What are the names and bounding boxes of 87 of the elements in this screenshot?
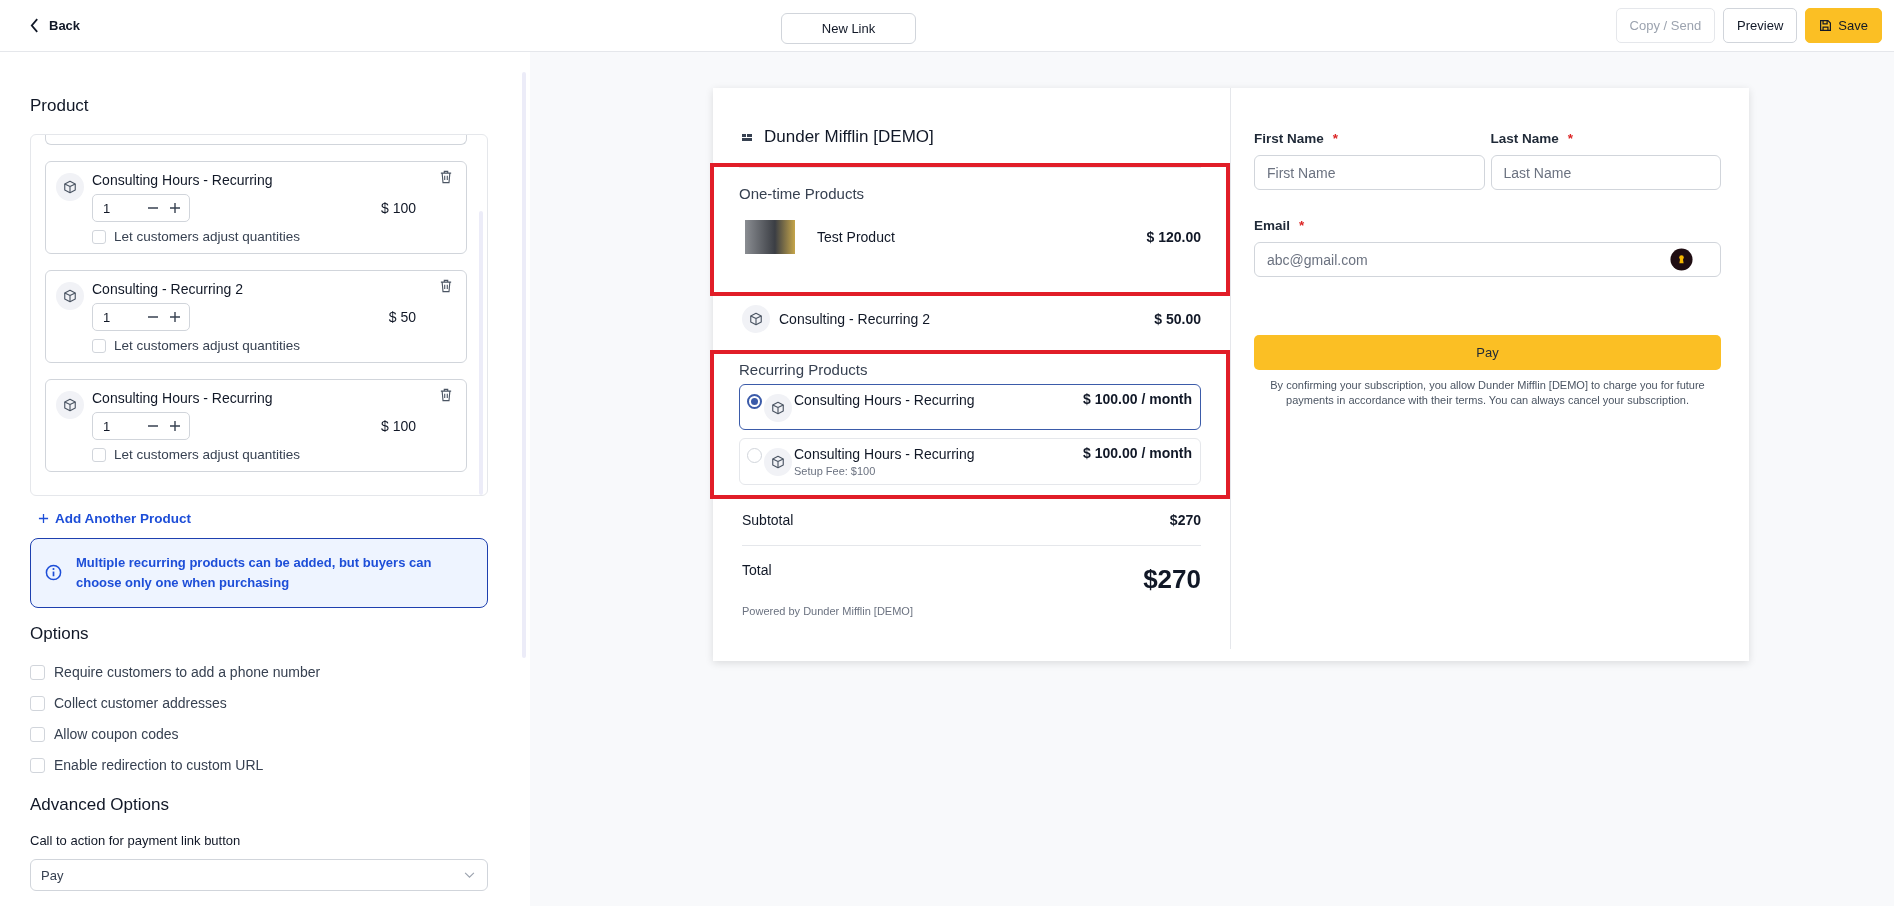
product-price: $ 100: [380, 418, 416, 434]
radio-button[interactable]: [747, 394, 762, 409]
field-label: Email: [1254, 218, 1291, 233]
plus-icon[interactable]: [169, 420, 181, 432]
checkbox[interactable]: [30, 664, 45, 680]
setup-fee-note: Setup Fee: $100: [794, 465, 877, 477]
plus-icon: [38, 513, 49, 524]
plus-icon[interactable]: [169, 202, 181, 214]
section-heading: Product: [30, 96, 89, 116]
subtotal-label: Subtotal: [742, 512, 794, 528]
trash-icon[interactable]: [440, 170, 452, 184]
product-name: Test Product: [817, 229, 895, 245]
field-label: Last Name: [1490, 131, 1559, 146]
info-text: Multiple recurring products can be added, but buyers can choose only one when purchasing: [76, 554, 433, 592]
cta-select[interactable]: Pay: [30, 859, 488, 891]
product-name: Consulting - Recurring 2: [92, 281, 243, 297]
plan-option[interactable]: Consulting Hours - Recurring $ 100.00 / month: [739, 384, 1201, 430]
quantity-stepper[interactable]: 1: [92, 303, 190, 331]
product-price: $ 50: [388, 309, 416, 325]
quantity-value: 1: [103, 200, 112, 216]
box-icon: [764, 394, 792, 422]
checkbox-label: Let customers adjust quantities: [114, 229, 301, 244]
add-product-link[interactable]: Add Another Product: [38, 511, 191, 526]
subtotal-amount: $270: [1169, 512, 1201, 528]
box-icon: [742, 305, 770, 333]
product-name: Consulting Hours - Recurring: [794, 446, 975, 462]
box-icon: [764, 448, 792, 476]
checkbox[interactable]: [92, 229, 106, 244]
checkbox-label: Allow coupon codes: [54, 726, 179, 742]
box-icon: [56, 391, 84, 419]
checkbox-label: Let customers adjust quantities: [114, 338, 301, 353]
merchant-name: Dunder Mifflin [DEMO]: [764, 127, 934, 147]
logo-icon: [742, 133, 752, 141]
checkbox[interactable]: [30, 726, 45, 742]
field-label: First Name: [1254, 131, 1324, 146]
checkbox-label: Require customers to add a phone number: [54, 664, 321, 680]
section-heading: Advanced Options: [30, 795, 169, 815]
total-amount: $270: [1143, 564, 1201, 595]
product-price: $ 120.00: [1146, 229, 1201, 245]
required-marker: *: [1299, 218, 1305, 233]
chevron-down-icon: [464, 871, 475, 879]
section-heading: Options: [30, 624, 89, 644]
section-heading: One-time Products: [739, 185, 865, 202]
save-button[interactable]: Save: [1805, 8, 1882, 43]
info-icon: [45, 564, 62, 581]
photo-placeholder: [745, 220, 795, 254]
trash-icon[interactable]: [440, 279, 452, 293]
checkbox-label: Let customers adjust quantities: [114, 447, 301, 462]
quantity-stepper[interactable]: 1: [92, 194, 190, 222]
required-marker: *: [1567, 131, 1574, 146]
product-name: Consulting Hours - Recurring: [794, 392, 975, 408]
email-field[interactable]: abc@gmail.com: [1254, 242, 1721, 277]
product-price: $ 100.00 / month: [1083, 445, 1192, 461]
plan-option[interactable]: Consulting Hours - Recurring Setup Fee: $100 $ 100.00 / month: [739, 438, 1201, 485]
checkbox-label: Enable redirection to custom URL: [54, 757, 264, 773]
total-label: Total: [742, 562, 772, 578]
checkbox[interactable]: [92, 447, 106, 462]
field-label: Call to action for payment link button: [30, 833, 242, 848]
product-name: Consulting - Recurring 2: [779, 311, 930, 327]
quantity-value: 1: [103, 418, 112, 434]
trash-icon[interactable]: [440, 388, 452, 402]
required-marker: *: [1332, 131, 1339, 146]
quantity-value: 1: [103, 309, 112, 325]
box-icon: [56, 173, 84, 201]
checkbox[interactable]: [92, 338, 106, 353]
box-icon: [56, 282, 84, 310]
toolbar-button[interactable]: Preview: [1723, 8, 1798, 43]
product-name: Consulting Hours - Recurring: [92, 172, 273, 188]
back-button[interactable]: Back: [30, 14, 81, 37]
product-price: $ 50.00: [1154, 311, 1201, 327]
product-name: Consulting Hours - Recurring: [92, 390, 273, 406]
pay-button[interactable]: Pay: [1254, 335, 1721, 370]
keyhole-icon[interactable]: [1670, 248, 1693, 271]
disclaimer-text: By confirming your subscription, you allow Dunder Mifflin [DEMO] to charge you for future payments in accordance with their terms. You can always cancel your subscription.: [1269, 378, 1706, 408]
chevron-left-icon: [30, 18, 39, 33]
checkbox-label: Collect customer addresses: [54, 695, 227, 711]
name-field[interactable]: First Name: [1254, 155, 1485, 190]
quantity-stepper[interactable]: 1: [92, 412, 190, 440]
checkbox[interactable]: [30, 695, 45, 711]
link-name-field[interactable]: New Link: [781, 13, 916, 44]
product-price: $ 100: [380, 200, 416, 216]
section-heading: Recurring Products: [739, 361, 868, 378]
name-field[interactable]: Last Name: [1490, 155, 1721, 190]
product-price: $ 100.00 / month: [1083, 391, 1192, 407]
powered-by-text: Powered by Dunder Mifflin [DEMO]: [742, 605, 914, 617]
checkbox[interactable]: [30, 757, 45, 773]
plus-icon[interactable]: [169, 311, 181, 323]
